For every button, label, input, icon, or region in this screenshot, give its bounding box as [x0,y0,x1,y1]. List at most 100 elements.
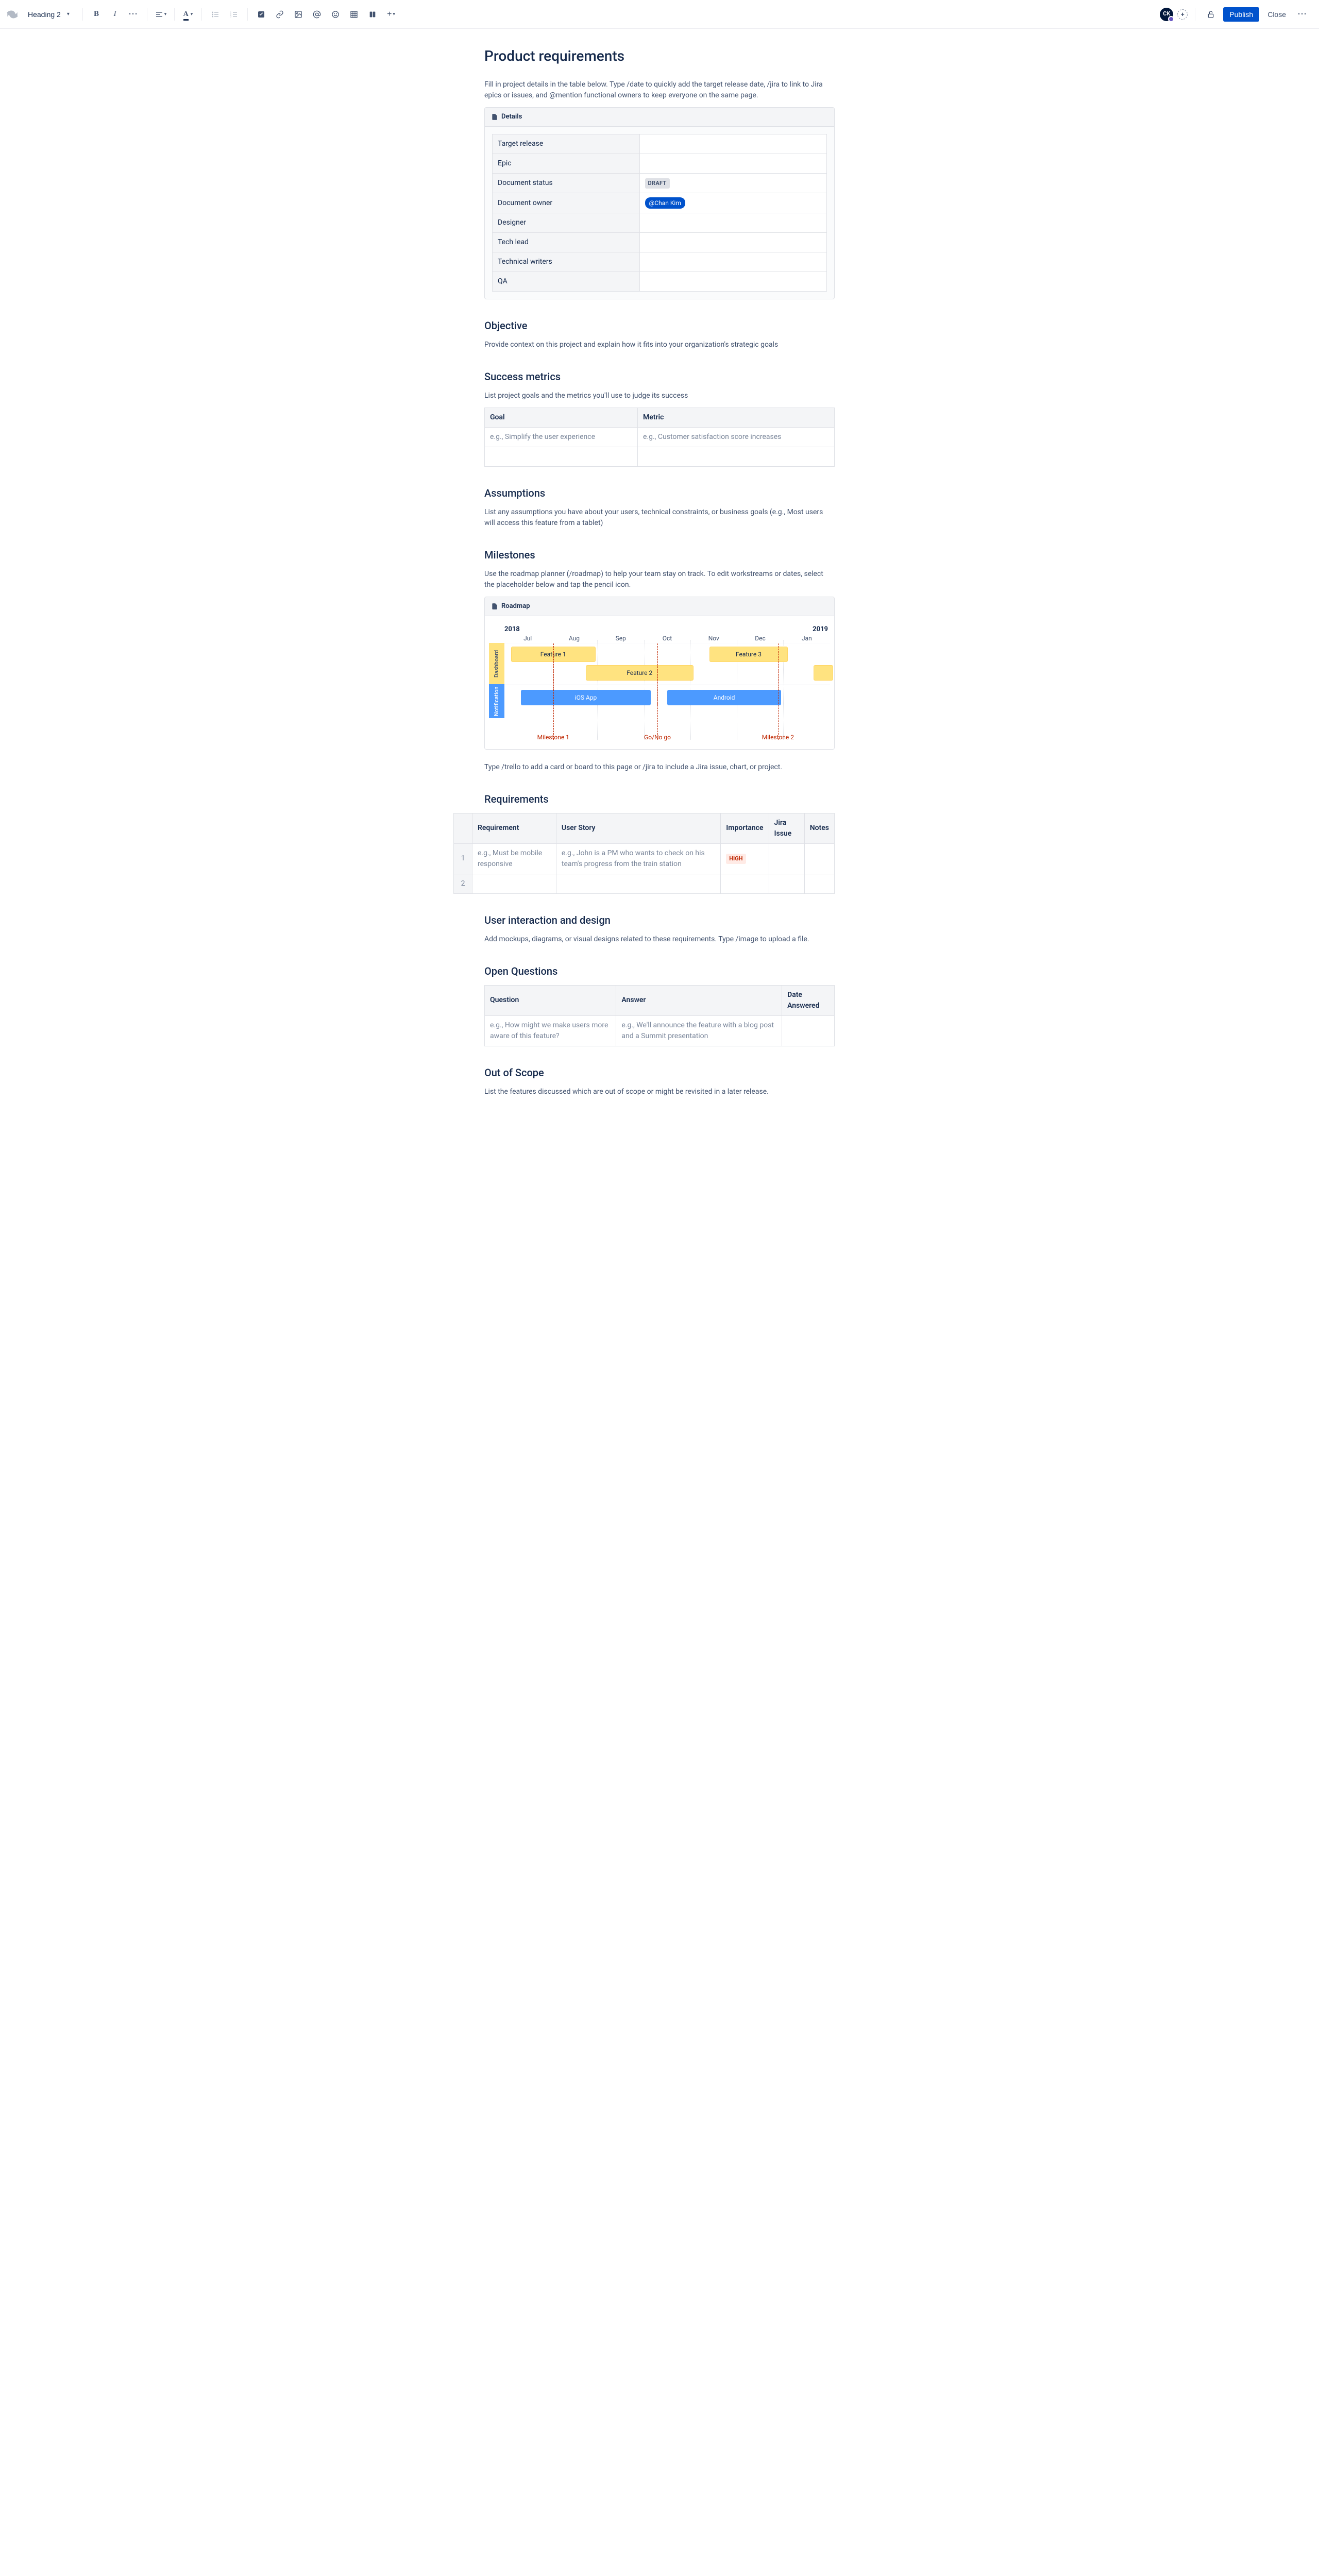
italic-button[interactable]: I [107,6,123,23]
assumptions-text[interactable]: List any assumptions you have about your… [484,507,835,529]
section-heading-assumptions[interactable]: Assumptions [484,485,835,501]
milestone-label: Milestone 2 [762,733,794,742]
table-row: Document statusDRAFT [493,173,827,193]
table-row: 1 e.g., Must be mobile responsive e.g., … [454,843,835,874]
table-button[interactable] [346,6,362,23]
numbered-list-button[interactable]: 123 [226,6,242,23]
link-button[interactable] [272,6,288,23]
roadmap-year-end: 2019 [813,624,828,635]
align-button[interactable]: ▾ [153,6,169,23]
section-heading-milestones[interactable]: Milestones [484,547,835,563]
insert-more-button[interactable]: + ▾ [383,6,399,23]
section-heading-success[interactable]: Success metrics [484,369,835,384]
milestones-footnote[interactable]: Type /trello to add a card or board to t… [484,762,835,773]
image-button[interactable] [290,6,307,23]
separator [247,8,248,21]
emoji-button[interactable] [327,6,344,23]
success-text[interactable]: List project goals and the metrics you'l… [484,391,835,401]
chevron-down-icon: ▾ [164,11,167,17]
text-style-label: Heading 2 [28,10,61,19]
text-style-dropdown[interactable]: Heading 2 ▾ [26,7,77,22]
roadmap-bar[interactable] [814,665,833,681]
roadmap-month: Oct [644,634,690,643]
roadmap-month: Jan [784,634,830,643]
table-row: 2 [454,874,835,893]
table-row: Document owner@Chan Kim [493,193,827,213]
chevron-down-icon: ▾ [393,11,395,17]
text-color-button[interactable]: A ▾ [180,6,196,23]
page-icon [491,603,498,610]
roadmap-month: Jul [504,634,551,643]
bullet-list-button[interactable] [207,6,224,23]
page-title[interactable]: Product requirements [484,45,835,67]
close-button[interactable]: Close [1263,7,1290,22]
document-body[interactable]: Product requirements Fill in project det… [464,29,855,1145]
roadmap-bar[interactable]: Android [667,690,781,705]
status-lozenge[interactable]: DRAFT [645,178,670,189]
objective-text[interactable]: Provide context on this project and expl… [484,340,835,350]
panel-header: Details [485,108,834,127]
section-heading-uidesign[interactable]: User interaction and design [484,912,835,928]
separator [174,8,175,21]
toolbar-right: CK + Publish Close ··· [1160,6,1311,23]
table-row: QA [493,272,827,292]
milestones-text[interactable]: Use the roadmap planner (/roadmap) to he… [484,569,835,590]
lane-track: iOS App Android [504,684,830,718]
section-heading-requirements[interactable]: Requirements [484,791,835,807]
layout-button[interactable] [364,6,381,23]
importance-badge[interactable]: HIGH [726,854,746,865]
table-row: Designer [493,213,827,233]
mention-pill[interactable]: @Chan Kim [645,197,685,209]
section-heading-openq[interactable]: Open Questions [484,963,835,979]
roadmap-lane-dashboard: Dashboard Feature 1 Feature 3 Feature 2 [489,643,830,684]
table-row: e.g., Simplify the user experiencee.g., … [485,428,835,447]
table-row: Epic [493,154,827,173]
table-row: Tech lead [493,233,827,252]
separator [82,8,83,21]
roadmap-bar[interactable]: iOS App [521,690,651,705]
roadmap-month: Aug [551,634,597,643]
page-more-button[interactable]: ··· [1294,6,1311,23]
toolbar-left: Heading 2 ▾ B I ··· ▾ A ▾ 123 [6,6,1160,23]
panel-title: Details [501,112,522,122]
table-row: Technical writers [493,252,827,272]
lane-label: Notification [489,684,504,718]
table-row: e.g., How might we make users more aware… [485,1015,835,1046]
intro-paragraph[interactable]: Fill in project details in the table bel… [484,79,835,101]
publish-button[interactable]: Publish [1223,7,1259,22]
editor-toolbar: Heading 2 ▾ B I ··· ▾ A ▾ 123 [0,0,1319,29]
user-avatar[interactable]: CK [1160,8,1173,21]
success-metrics-table[interactable]: Goal Metric e.g., Simplify the user expe… [484,408,835,467]
details-panel: Details Target release Epic Document sta… [484,107,835,299]
roadmap-panel[interactable]: Roadmap 2018 2019 Jul Aug Sep Oct Nov De… [484,597,835,750]
details-table[interactable]: Target release Epic Document statusDRAFT… [492,134,827,292]
presence-dot-icon [1168,16,1174,22]
panel-body: Target release Epic Document statusDRAFT… [485,127,834,299]
roadmap-bar[interactable]: Feature 3 [709,647,788,662]
restrictions-button[interactable] [1203,6,1219,23]
more-formatting-button[interactable]: ··· [125,6,142,23]
separator [201,8,202,21]
roadmap-bar[interactable]: Feature 2 [586,665,694,681]
section-heading-outscope[interactable]: Out of Scope [484,1065,835,1080]
milestone-label: Go/No go [644,733,671,742]
table-row: Target release [493,134,827,154]
roadmap-month: Dec [737,634,783,643]
milestone-label: Milestone 1 [537,733,569,742]
invite-button[interactable]: + [1177,9,1188,20]
roadmap-month: Nov [690,634,737,643]
roadmap-chart: 2018 2019 Jul Aug Sep Oct Nov Dec Jan Da… [485,616,834,749]
chevron-down-icon: ▾ [67,11,70,17]
section-heading-objective[interactable]: Objective [484,318,835,333]
confluence-logo-icon [6,8,19,21]
uidesign-text[interactable]: Add mockups, diagrams, or visual designs… [484,934,835,945]
requirements-table[interactable]: Requirement User Story Importance Jira I… [453,813,835,894]
action-item-button[interactable] [253,6,269,23]
outscope-text[interactable]: List the features discussed which are ou… [484,1087,835,1097]
roadmap-year-start: 2018 [504,624,520,635]
bold-button[interactable]: B [88,6,105,23]
panel-header: Roadmap [485,597,834,616]
open-questions-table[interactable]: Question Answer Date Answered e.g., How … [484,985,835,1046]
mention-button[interactable] [309,6,325,23]
table-row [485,447,835,467]
